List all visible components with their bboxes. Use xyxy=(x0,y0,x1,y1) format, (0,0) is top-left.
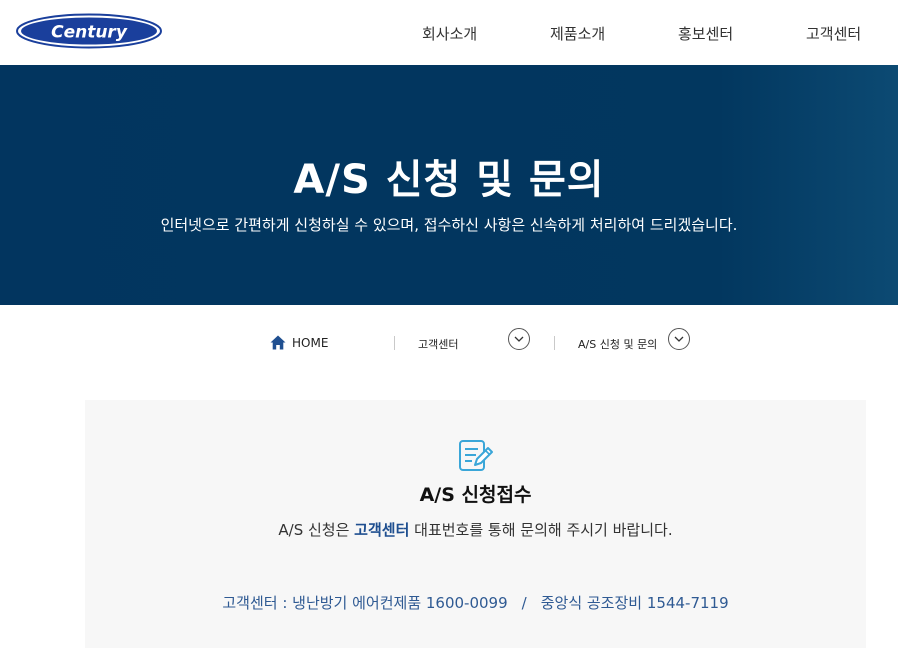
breadcrumb-home-label: HOME xyxy=(292,335,329,350)
contact-central-hvac: 중앙식 공조장비 1544-7119 xyxy=(540,594,729,612)
home-icon xyxy=(270,335,286,350)
nav-pr-center[interactable]: 홍보센터 xyxy=(678,23,733,44)
contact-separator: / xyxy=(521,594,527,612)
breadcrumb-level2: A/S 신청 및 문의 xyxy=(578,338,658,351)
svg-text:Century: Century xyxy=(51,23,128,43)
hero-banner: A/S 신청 및 문의 인터넷으로 간편하게 신청하실 수 있으며, 접수하신 … xyxy=(0,65,898,305)
nav-products[interactable]: 제품소개 xyxy=(550,23,605,44)
as-request-card: A/S 신청접수 A/S 신청은 고객센터 대표번호를 통해 문의해 주시기 바… xyxy=(85,400,866,648)
breadcrumb-divider xyxy=(554,336,555,350)
breadcrumb-level2-dropdown[interactable] xyxy=(668,328,690,350)
nav-customer-center[interactable]: 고객센터 xyxy=(806,23,861,44)
breadcrumb-home[interactable]: HOME xyxy=(270,335,328,350)
breadcrumb-level1: 고객센터 xyxy=(418,338,459,351)
desc-text: 대표번호를 통해 문의해 주시기 바랍니다. xyxy=(409,521,673,539)
page-subtitle: 인터넷으로 간편하게 신청하실 수 있으며, 접수하신 사항은 신속하게 처리하… xyxy=(160,216,738,234)
contact-aircon: 고객센터 : 냉난방기 에어컨제품 1600-0099 xyxy=(222,594,508,612)
page-title: A/S 신청 및 문의 xyxy=(293,157,605,203)
contact-numbers: 고객센터 : 냉난방기 에어컨제품 1600-0099 / 중앙식 공조장비 154… xyxy=(85,592,866,613)
card-description: A/S 신청은 고객센터 대표번호를 통해 문의해 주시기 바랍니다. xyxy=(85,519,866,540)
site-header: Century 회사소개 제품소개 홍보센터 고객센터 xyxy=(0,0,898,65)
card-title: A/S 신청접수 xyxy=(419,484,532,506)
desc-highlight: 고객센터 xyxy=(354,521,410,539)
nav-company[interactable]: 회사소개 xyxy=(422,23,477,44)
breadcrumb-divider xyxy=(394,336,395,350)
breadcrumb-level1-dropdown[interactable] xyxy=(508,328,530,350)
chevron-down-icon xyxy=(674,336,684,342)
century-logo[interactable]: Century xyxy=(16,13,162,49)
chevron-down-icon xyxy=(514,336,524,342)
edit-document-icon xyxy=(459,440,493,471)
desc-text: A/S 신청은 xyxy=(278,521,355,539)
breadcrumb: HOME 고객센터 A/S 신청 및 문의 xyxy=(0,326,898,360)
